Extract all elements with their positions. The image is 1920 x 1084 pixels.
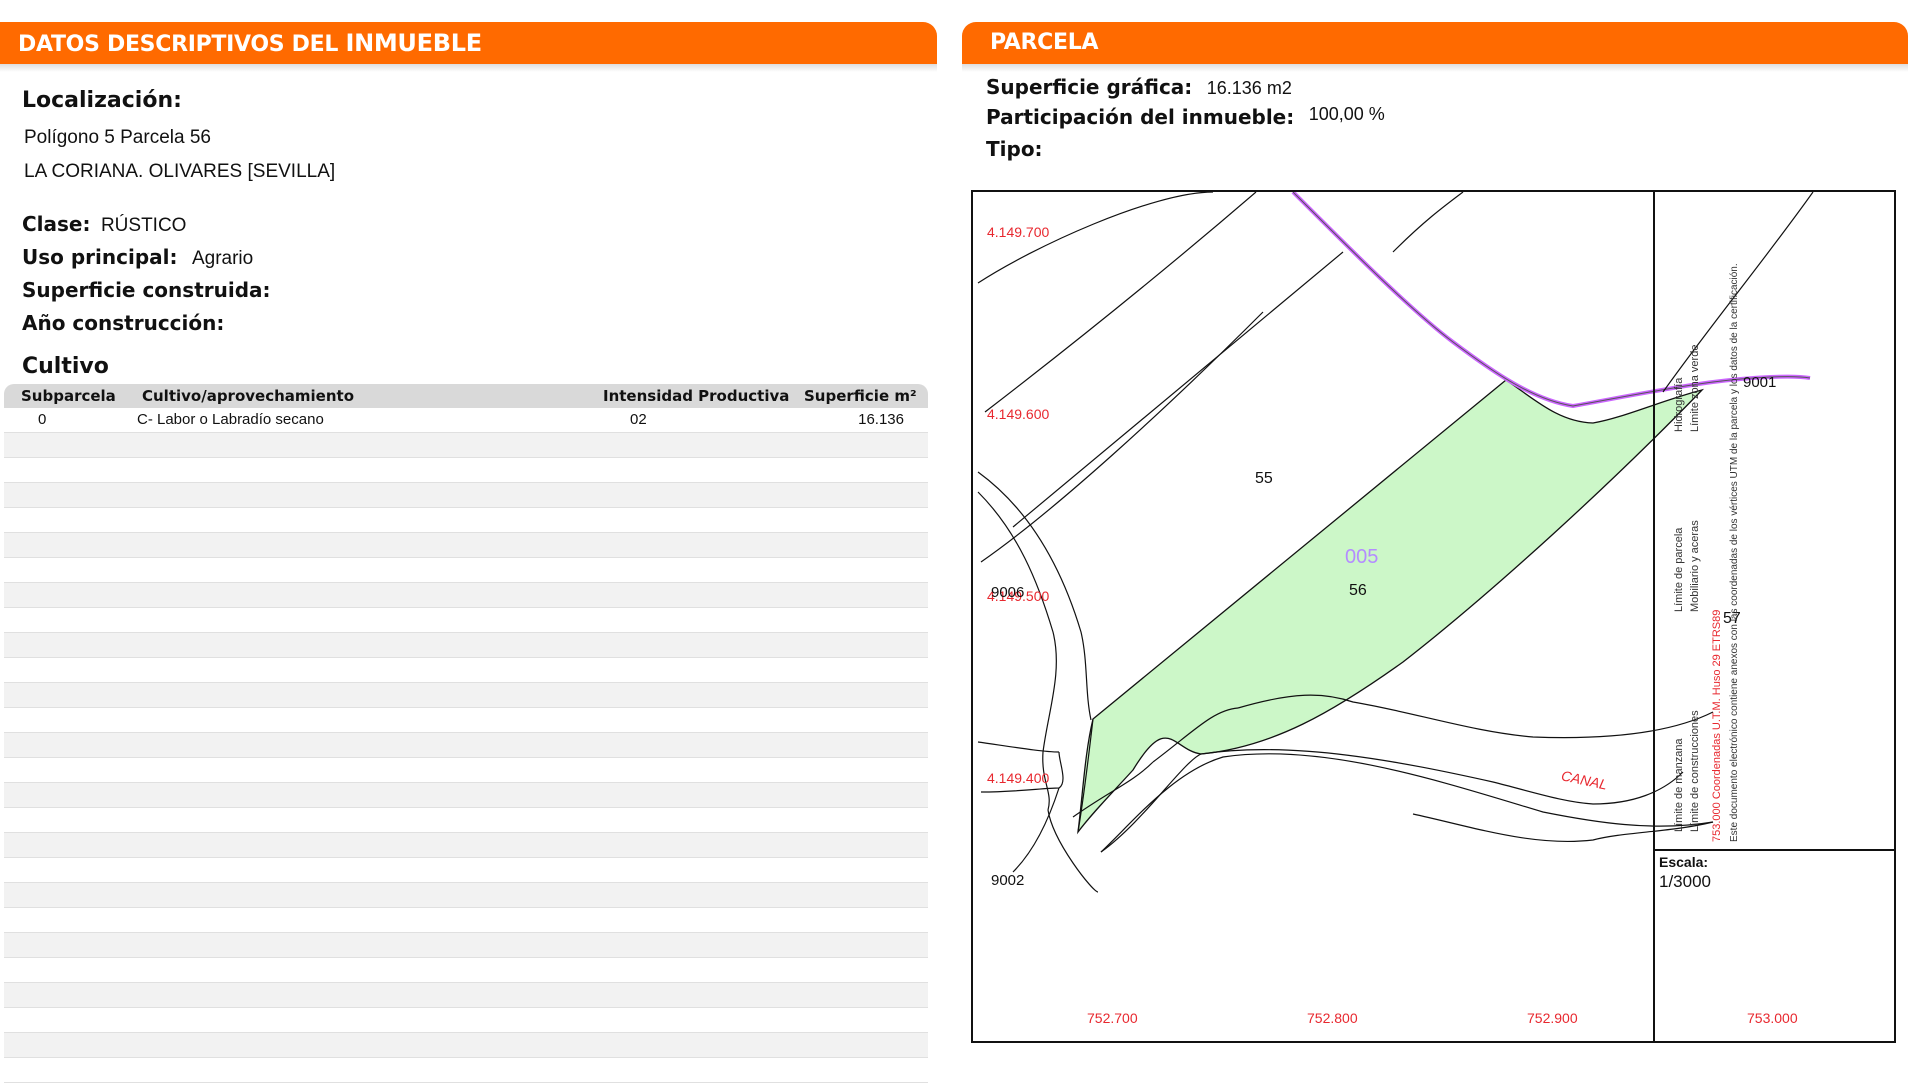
header-title: PARCELA [990,30,1099,55]
table-row [4,983,928,1008]
table-row [4,733,928,758]
superficie-grafica-row: Superficie gráfica: 16.136 m2 [986,75,1292,99]
cell-intensidad: 02 [630,411,647,428]
legend-doc-note: Este documento electrónico contiene anex… [1729,263,1740,842]
cell-subparcela: 0 [38,411,47,428]
subparcel-label: 005 [1345,546,1379,568]
scale-label: Escala: [1659,854,1709,870]
header-emphasis: INMUEBLE [345,29,482,57]
y-coord-label: 4.149.400 [987,770,1050,786]
road-label-9001: 9001 [1743,374,1777,391]
table-header: Subparcela Cultivo/aprovechamiento Inten… [4,384,928,408]
table-row: 0 C- Labor o Labradío secano 02 16.136 [4,408,928,433]
legend-parcela: Límite de parcela [1673,527,1685,612]
parcel-label-55: 55 [1255,470,1273,487]
table-row [4,1058,928,1083]
x-coord-label: 752.700 [1087,1010,1138,1026]
table-row [4,883,928,908]
clase-value: RÚSTICO [100,215,187,236]
table-row [4,483,928,508]
table-row [4,1008,928,1033]
uso-label: Uso principal: [22,245,178,269]
superficie-grafica-value: 16.136 m2 [1206,78,1292,98]
legend-zona-verde: Límite zona verde [1689,344,1701,432]
road-label-9006: 9006 [991,584,1025,601]
header-intensidad: Intensidad Productiva [603,387,790,405]
y-coord-label: 4.149.600 [987,406,1050,422]
table-row [4,433,928,458]
legend-construcciones: Límite de construcciones [1689,710,1701,832]
participacion-value: 100,00 % [1308,104,1385,124]
table-row [4,833,928,858]
header-subparcela: Subparcela [21,387,116,405]
table-row [4,933,928,958]
x-coord-label: 752.800 [1307,1010,1358,1026]
cadastral-map: 4.149.700 4.149.600 4.149.500 4.149.400 … [971,190,1896,1043]
localizacion-label: Localización: [22,88,182,113]
superficie-grafica-label: Superficie gráfica: [986,75,1193,99]
legend-manzana: Límite de manzana [1673,738,1685,832]
header-prefix: DATOS DESCRIPTIVOS DEL [18,32,346,57]
participacion-row: Participación del inmueble: 100,00 % [986,104,1385,129]
section-header-datos: DATOS DESCRIPTIVOS DEL INMUEBLE [0,22,937,64]
superficie-construida-label: Superficie construida: [22,278,271,302]
table-row [4,783,928,808]
section-header-parcela: PARCELA [962,22,1908,64]
legend-mobiliario: Mobiliario y aceras [1689,520,1701,612]
table-row [4,583,928,608]
table-row [4,758,928,783]
uso-row: Uso principal: Agrario [22,245,253,270]
x-coord-label: 753.000 [1747,1010,1798,1026]
table-row [4,658,928,683]
cultivo-title: Cultivo [22,354,109,379]
tipo-label: Tipo: [986,137,1043,161]
y-coord-label: 4.149.700 [987,224,1050,240]
cultivo-table: Subparcela Cultivo/aprovechamiento Inten… [4,384,928,1084]
legend-hidrografia: Hidrografía [1673,377,1685,432]
participacion-label: Participación del inmueble: [986,105,1295,129]
x-coord-label: 752.900 [1527,1010,1578,1026]
parcel-56-fill [1077,379,1705,835]
table-row [4,908,928,933]
parcel-label-56: 56 [1349,582,1367,599]
table-row [4,808,928,833]
table-row [4,608,928,633]
cell-cultivo: C- Labor o Labradío secano [137,411,324,428]
header-cultivo: Cultivo/aprovechamiento [142,387,355,405]
cell-superficie: 16.136 [858,411,904,428]
legend-coords-note: 753.000 Coordenadas U.T.M. Huso 29 ETRS8… [1711,609,1723,842]
clase-row: Clase: RÚSTICO [22,212,186,237]
table-row [4,1033,928,1058]
header-shadow [0,64,937,72]
uso-value: Agrario [191,248,254,269]
table-row [4,533,928,558]
table-row [4,508,928,533]
header-shadow [962,64,1908,72]
table-row [4,458,928,483]
localizacion-line2: LA CORIANA. OLIVARES [SEVILLA] [24,161,336,182]
anio-label: Año construcción: [22,311,225,335]
table-row [4,558,928,583]
scale-value: 1/3000 [1659,872,1711,891]
road-label-9002: 9002 [991,872,1025,889]
header-superficie: Superficie m² [804,387,917,405]
clase-label: Clase: [22,212,91,236]
table-row [4,858,928,883]
table-row [4,708,928,733]
table-row [4,633,928,658]
table-row [4,683,928,708]
localizacion-line1: Polígono 5 Parcela 56 [24,127,211,148]
table-row [4,958,928,983]
map-drawing [977,192,1894,1041]
